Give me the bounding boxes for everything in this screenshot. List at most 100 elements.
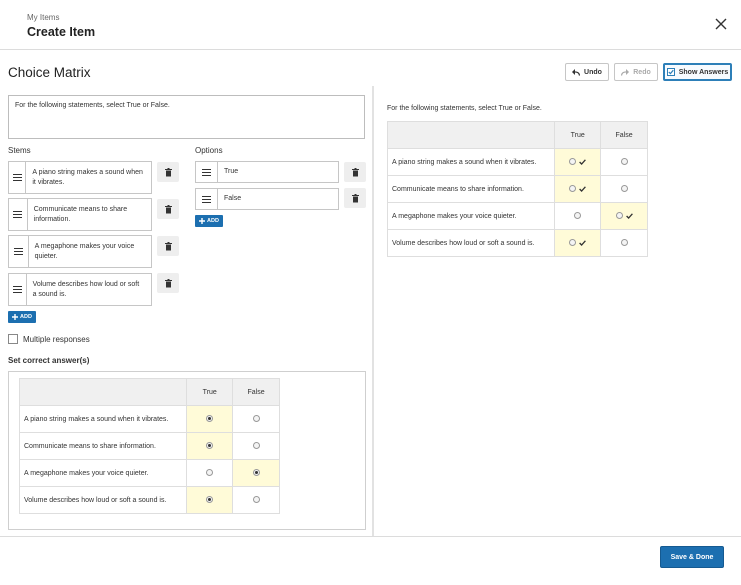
- add-option-label: ADD: [207, 218, 219, 224]
- undo-button[interactable]: Undo: [565, 63, 609, 81]
- add-stem-label: ADD: [20, 314, 32, 320]
- row-stem: Communicate means to share information.: [386, 175, 556, 203]
- stem-text[interactable]: A piano string makes a sound when it vib…: [26, 162, 151, 193]
- check-icon: [579, 159, 587, 165]
- stem-row[interactable]: A megaphone makes your voice quieter.: [8, 235, 152, 268]
- radio-true[interactable]: [569, 185, 577, 193]
- check-icon: [579, 240, 587, 246]
- option-row[interactable]: False: [195, 188, 339, 210]
- radio-false[interactable]: [252, 496, 260, 504]
- stem-row[interactable]: Volume describes how loud or soft a soun…: [8, 273, 152, 306]
- row-stem: Communicate means to share information.: [18, 432, 188, 460]
- radio-false[interactable]: [620, 239, 628, 247]
- radio-true[interactable]: [569, 239, 577, 247]
- stem-column-header: [18, 378, 188, 406]
- drag-handle-icon[interactable]: [9, 199, 28, 230]
- delete-stem-button[interactable]: [157, 273, 179, 293]
- trash-icon: [164, 278, 172, 287]
- multiple-responses-label: Multiple responses: [23, 335, 90, 344]
- checkbox-icon: [666, 68, 675, 76]
- option-text[interactable]: False: [218, 189, 247, 209]
- stem-row[interactable]: A piano string makes a sound when it vib…: [8, 161, 152, 194]
- trash-icon: [164, 167, 172, 176]
- correct-answer-table: True False A piano string makes a sound …: [18, 378, 280, 514]
- radio-true[interactable]: [206, 496, 214, 504]
- trash-icon: [164, 241, 172, 250]
- drag-handle-icon[interactable]: [9, 162, 27, 193]
- stem-text[interactable]: A megaphone makes your voice quieter.: [29, 236, 151, 267]
- drag-handle-icon[interactable]: [9, 274, 27, 305]
- radio-false[interactable]: [620, 158, 628, 166]
- table-row: Volume describes how loud or soft a soun…: [18, 486, 280, 514]
- trash-icon: [351, 167, 359, 176]
- table-row: A megaphone makes your voice quieter.: [386, 202, 648, 230]
- row-stem: A piano string makes a sound when it vib…: [18, 405, 188, 433]
- check-icon: [625, 213, 633, 219]
- radio-true[interactable]: [206, 469, 214, 477]
- delete-option-button[interactable]: [344, 162, 366, 182]
- preview-stimulus: For the following statements, select Tru…: [387, 105, 542, 112]
- add-option-button[interactable]: ADD: [195, 215, 223, 227]
- radio-true[interactable]: [206, 442, 214, 450]
- undo-label: Undo: [584, 68, 602, 76]
- close-icon[interactable]: [713, 16, 729, 32]
- table-row: A megaphone makes your voice quieter.: [18, 459, 280, 487]
- delete-option-button[interactable]: [344, 188, 366, 208]
- row-stem: Volume describes how loud or soft a soun…: [18, 486, 188, 514]
- radio-true[interactable]: [574, 212, 582, 220]
- redo-icon: [621, 68, 630, 76]
- delete-stem-button[interactable]: [157, 162, 179, 182]
- column-header-true: True: [186, 378, 234, 406]
- table-row: A piano string makes a sound when it vib…: [386, 148, 648, 176]
- column-header-true: True: [554, 121, 602, 149]
- page-title: Create Item: [27, 25, 96, 39]
- radio-true[interactable]: [569, 158, 577, 166]
- preview-table: True False A piano string makes a sound …: [386, 121, 648, 257]
- stem-row[interactable]: Communicate means to share information.: [8, 198, 152, 231]
- redo-label: Redo: [633, 68, 651, 76]
- table-row: Communicate means to share information.: [18, 432, 280, 460]
- radio-false[interactable]: [620, 185, 628, 193]
- stems-label: Stems: [8, 146, 31, 155]
- radio-true[interactable]: [206, 415, 214, 423]
- stem-column-header: [386, 121, 556, 149]
- options-label: Options: [195, 146, 223, 155]
- show-answers-toggle[interactable]: Show Answers: [663, 63, 732, 81]
- modal-footer: [0, 536, 741, 585]
- option-text[interactable]: True: [218, 162, 244, 182]
- delete-stem-button[interactable]: [157, 199, 179, 219]
- option-row[interactable]: True: [195, 161, 339, 183]
- stem-text[interactable]: Communicate means to share information.: [28, 199, 151, 230]
- table-row: Communicate means to share information.: [386, 175, 648, 203]
- row-stem: A megaphone makes your voice quieter.: [18, 459, 188, 487]
- table-row: A piano string makes a sound when it vib…: [18, 405, 280, 433]
- plus-icon: [12, 314, 18, 320]
- save-done-button[interactable]: Save & Done: [660, 546, 724, 568]
- radio-false[interactable]: [252, 415, 260, 423]
- delete-stem-button[interactable]: [157, 236, 179, 256]
- drag-handle-icon[interactable]: [196, 189, 218, 209]
- row-stem: A piano string makes a sound when it vib…: [386, 148, 556, 176]
- redo-button[interactable]: Redo: [614, 63, 658, 81]
- trash-icon: [164, 204, 172, 213]
- check-icon: [579, 186, 587, 192]
- set-correct-answers-label: Set correct answer(s): [8, 356, 90, 365]
- drag-handle-icon[interactable]: [196, 162, 218, 182]
- modal-header: My Items Create Item: [0, 0, 741, 50]
- stem-text[interactable]: Volume describes how loud or soft a soun…: [27, 274, 151, 305]
- panel-divider: [372, 86, 374, 536]
- radio-false[interactable]: [252, 442, 260, 450]
- add-stem-button[interactable]: ADD: [8, 311, 36, 323]
- question-type-title: Choice Matrix: [8, 65, 91, 80]
- radio-false[interactable]: [615, 212, 623, 220]
- undo-icon: [572, 68, 581, 76]
- breadcrumb[interactable]: My Items: [27, 13, 59, 22]
- stimulus-editor[interactable]: For the following statements, select Tru…: [8, 95, 365, 139]
- multiple-responses-checkbox[interactable]: [8, 334, 18, 344]
- column-header-false: False: [232, 378, 280, 406]
- radio-false[interactable]: [252, 469, 260, 477]
- drag-handle-icon[interactable]: [9, 236, 29, 267]
- row-stem: A megaphone makes your voice quieter.: [386, 202, 556, 230]
- row-stem: Volume describes how loud or soft a soun…: [386, 229, 556, 257]
- show-answers-label: Show Answers: [678, 68, 729, 76]
